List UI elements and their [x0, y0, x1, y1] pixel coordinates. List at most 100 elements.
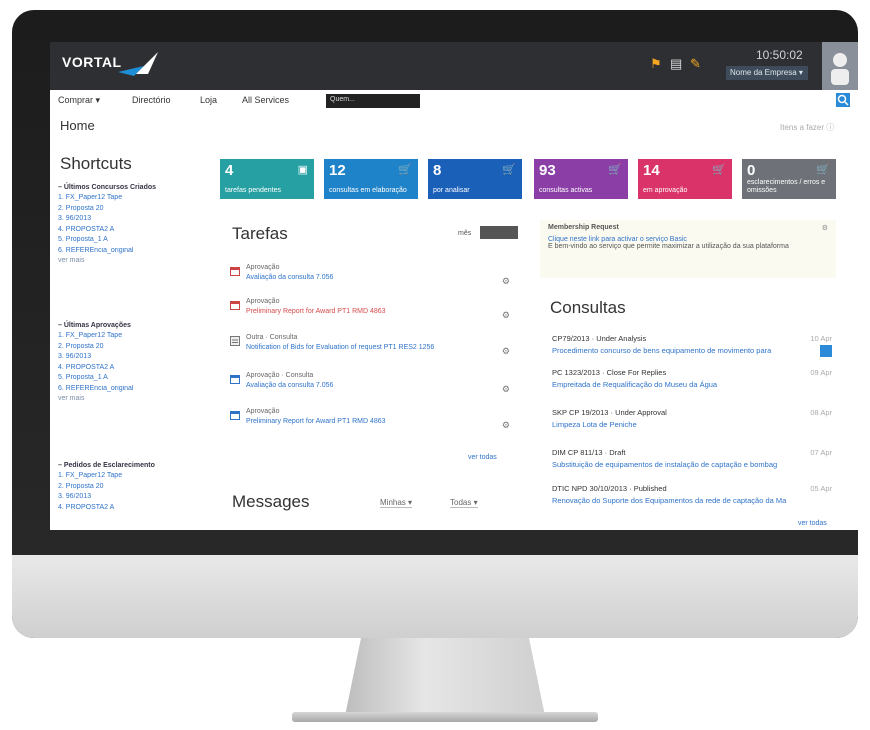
shortcut-item[interactable]: 3. 96/2013 [58, 353, 218, 364]
brand-logo[interactable]: VORTAL [62, 54, 122, 70]
tile-count: 4 [225, 162, 234, 179]
shortcut-item[interactable]: 2. Proposta 20 [58, 483, 218, 494]
tile-por-analisar[interactable]: 8 🛒 por analisar [428, 159, 522, 199]
tile-label: consultas em elaboração [329, 187, 407, 194]
messages-filter-owner[interactable]: Minhas ▾ [380, 498, 413, 508]
monitor-stand [345, 638, 545, 716]
tile-tarefas-pendentes[interactable]: 4 ▣ tarefas pendentes [220, 159, 314, 199]
task-link[interactable]: Avaliação da consulta 7.056 [246, 382, 333, 389]
user-avatar[interactable] [822, 42, 858, 90]
consulta-id: CP79/2013 · Under Analysis [552, 334, 647, 343]
shortcut-item[interactable]: 1. FX_Paper12 Tape [58, 472, 218, 483]
alerts-icon[interactable]: ✎ [690, 56, 701, 72]
section-title[interactable]: – Últimos Concursos Criados [58, 184, 218, 191]
clock: 10:50:02 [756, 48, 803, 62]
menu-all-services[interactable]: All Services [242, 95, 289, 105]
task-link[interactable]: Preliminary Report for Award PT1 RMD 486… [246, 308, 386, 315]
shortcuts-title: Shortcuts [60, 154, 132, 173]
menu-loja[interactable]: Loja [200, 95, 217, 105]
consulta-date: 10 Apr [810, 334, 832, 343]
task-link[interactable]: Notification of Bids for Evaluation of r… [246, 344, 434, 351]
todo-link[interactable]: Itens a fazer ⓘ [780, 122, 834, 133]
consulta-item[interactable]: DTIC NPD 30/10/2013 · Published Renovaçã… [552, 484, 832, 505]
consulta-link[interactable]: Renovação do Suporte dos Equipamentos da… [552, 496, 832, 505]
gear-icon[interactable]: ⚙ [502, 276, 510, 287]
section-title[interactable]: – Pedidos de Esclarecimento [58, 462, 218, 469]
shortcut-item[interactable]: 4. PROPOSTA2 A [58, 504, 218, 515]
see-more-link[interactable]: ver mais [58, 395, 218, 405]
consultas-see-all[interactable]: ver todas [798, 520, 827, 527]
task-type: Aprovação [246, 298, 280, 305]
consulta-link[interactable]: Procedimento concurso de bens equipament… [552, 346, 814, 355]
chat-icon[interactable] [820, 345, 832, 357]
search-icon [837, 94, 849, 106]
consulta-id: DIM CP 811/13 · Draft [552, 448, 626, 457]
shortcut-item[interactable]: 2. Proposta 20 [58, 343, 218, 354]
task-link[interactable]: Avaliação da consulta 7.056 [246, 274, 333, 281]
search-button[interactable] [836, 93, 850, 107]
messages-filter-status[interactable]: Todas ▾ [450, 498, 478, 508]
task-item[interactable]: Aprovação Preliminary Report for Award P… [230, 298, 510, 330]
consulta-item[interactable]: SKP CP 19/2013 · Under Approval Limpeza … [552, 408, 832, 429]
task-type: Aprovação [246, 408, 280, 415]
calendar-icon [230, 300, 240, 310]
page-title: Home [60, 118, 95, 133]
tile-em-aprovacao[interactable]: 14 🛒 em aprovação [638, 159, 732, 199]
company-selector[interactable]: Nome da Empresa ▾ [726, 66, 808, 80]
gear-icon[interactable]: ⚙ [502, 384, 510, 395]
menu-diretorio[interactable]: Directório [132, 95, 171, 105]
shortcut-item[interactable]: 2. Proposta 20 [58, 205, 218, 216]
task-item[interactable]: Aprovação Preliminary Report for Award P… [230, 408, 510, 440]
shortcut-item[interactable]: 4. PROPOSTA2 A [58, 226, 218, 237]
documents-icon[interactable]: ▤ [670, 56, 682, 72]
shortcut-item[interactable]: 3. 96/2013 [58, 493, 218, 504]
top-bar: VORTAL ⚑ ▤ ✎ 10:50:02 Nome da Empresa ▾ [50, 42, 858, 90]
shortcut-item[interactable]: 6. REFERÊncia_original [58, 247, 218, 258]
shortcut-item[interactable]: 5. Proposta_1 A [58, 236, 218, 247]
consulta-link[interactable]: Limpeza Lota de Peniche [552, 420, 832, 429]
messages-title: Messages [232, 492, 310, 511]
gear-icon[interactable]: ⚙ [502, 346, 510, 357]
shortcut-item[interactable]: 4. PROPOSTA2 A [58, 364, 218, 375]
calendar-icon [230, 374, 240, 384]
task-link[interactable]: Preliminary Report for Award PT1 RMD 486… [246, 418, 386, 425]
cart-icon: 🛒 [502, 164, 516, 176]
membership-link[interactable]: Clique neste link para activar o serviço… [548, 236, 828, 243]
gear-icon[interactable]: ⚙ [502, 420, 510, 431]
period-toggle[interactable] [480, 226, 518, 239]
consulta-id: SKP CP 19/2013 · Under Approval [552, 408, 667, 417]
menu-comprar[interactable]: Comprar ▾ [58, 95, 100, 106]
task-item[interactable]: Aprovação · Consulta Avaliação da consul… [230, 372, 510, 404]
cart-icon: 🛒 [608, 164, 622, 176]
shortcut-item[interactable]: 5. Proposta_1 A [58, 374, 218, 385]
tile-esclarecimentos[interactable]: 0 🛒 esclarecimentos / erros e omissões [742, 159, 836, 199]
gear-icon[interactable]: ⚙ [822, 224, 828, 232]
tile-label: consultas activas [539, 187, 593, 194]
tile-em-elaboracao[interactable]: 12 🛒 consultas em elaboração [324, 159, 418, 199]
tarefas-see-all[interactable]: ver todas [468, 454, 497, 461]
app-screen: VORTAL ⚑ ▤ ✎ 10:50:02 Nome da Empresa ▾ … [50, 42, 858, 530]
shortcut-item[interactable]: 3. 96/2013 [58, 215, 218, 226]
task-item[interactable]: Aprovação Avaliação da consulta 7.056 ⚙ [230, 264, 510, 296]
user-icon [831, 53, 849, 85]
menu-bar: Comprar ▾ Directório Loja All Services Q… [50, 90, 858, 112]
monitor-base [292, 712, 598, 722]
see-more-link[interactable]: ver mais [58, 257, 218, 267]
consulta-link[interactable]: Empreitada de Requalificação do Museu da… [552, 380, 832, 389]
shortcut-item[interactable]: 1. FX_Paper12 Tape [58, 194, 218, 205]
consulta-item[interactable]: CP79/2013 · Under Analysis Procedimento … [552, 334, 832, 357]
consulta-item[interactable]: PC 1323/2013 · Close For Replies Empreit… [552, 368, 832, 389]
consulta-item[interactable]: DIM CP 811/13 · Draft Substituição de eq… [552, 448, 832, 469]
section-title[interactable]: – Últimas Aprovações [58, 322, 218, 329]
consultas-title: Consultas [550, 298, 626, 317]
shortcut-item[interactable]: 1. FX_Paper12 Tape [58, 332, 218, 343]
task-item[interactable]: Outra · Consulta Notification of Bids fo… [230, 334, 510, 366]
brand-mark-icon [118, 52, 158, 76]
tile-consultas-activas[interactable]: 93 🛒 consultas activas [534, 159, 628, 199]
shortcut-item[interactable]: 6. REFERÊncia_original [58, 385, 218, 396]
toggle-mes[interactable]: mês [458, 230, 471, 237]
gear-icon[interactable]: ⚙ [502, 310, 510, 321]
notifications-icon[interactable]: ⚑ [650, 56, 662, 72]
consulta-link[interactable]: Substituição de equipamentos de instalaç… [552, 460, 832, 469]
quem-dropdown[interactable]: Quem... [326, 94, 420, 108]
